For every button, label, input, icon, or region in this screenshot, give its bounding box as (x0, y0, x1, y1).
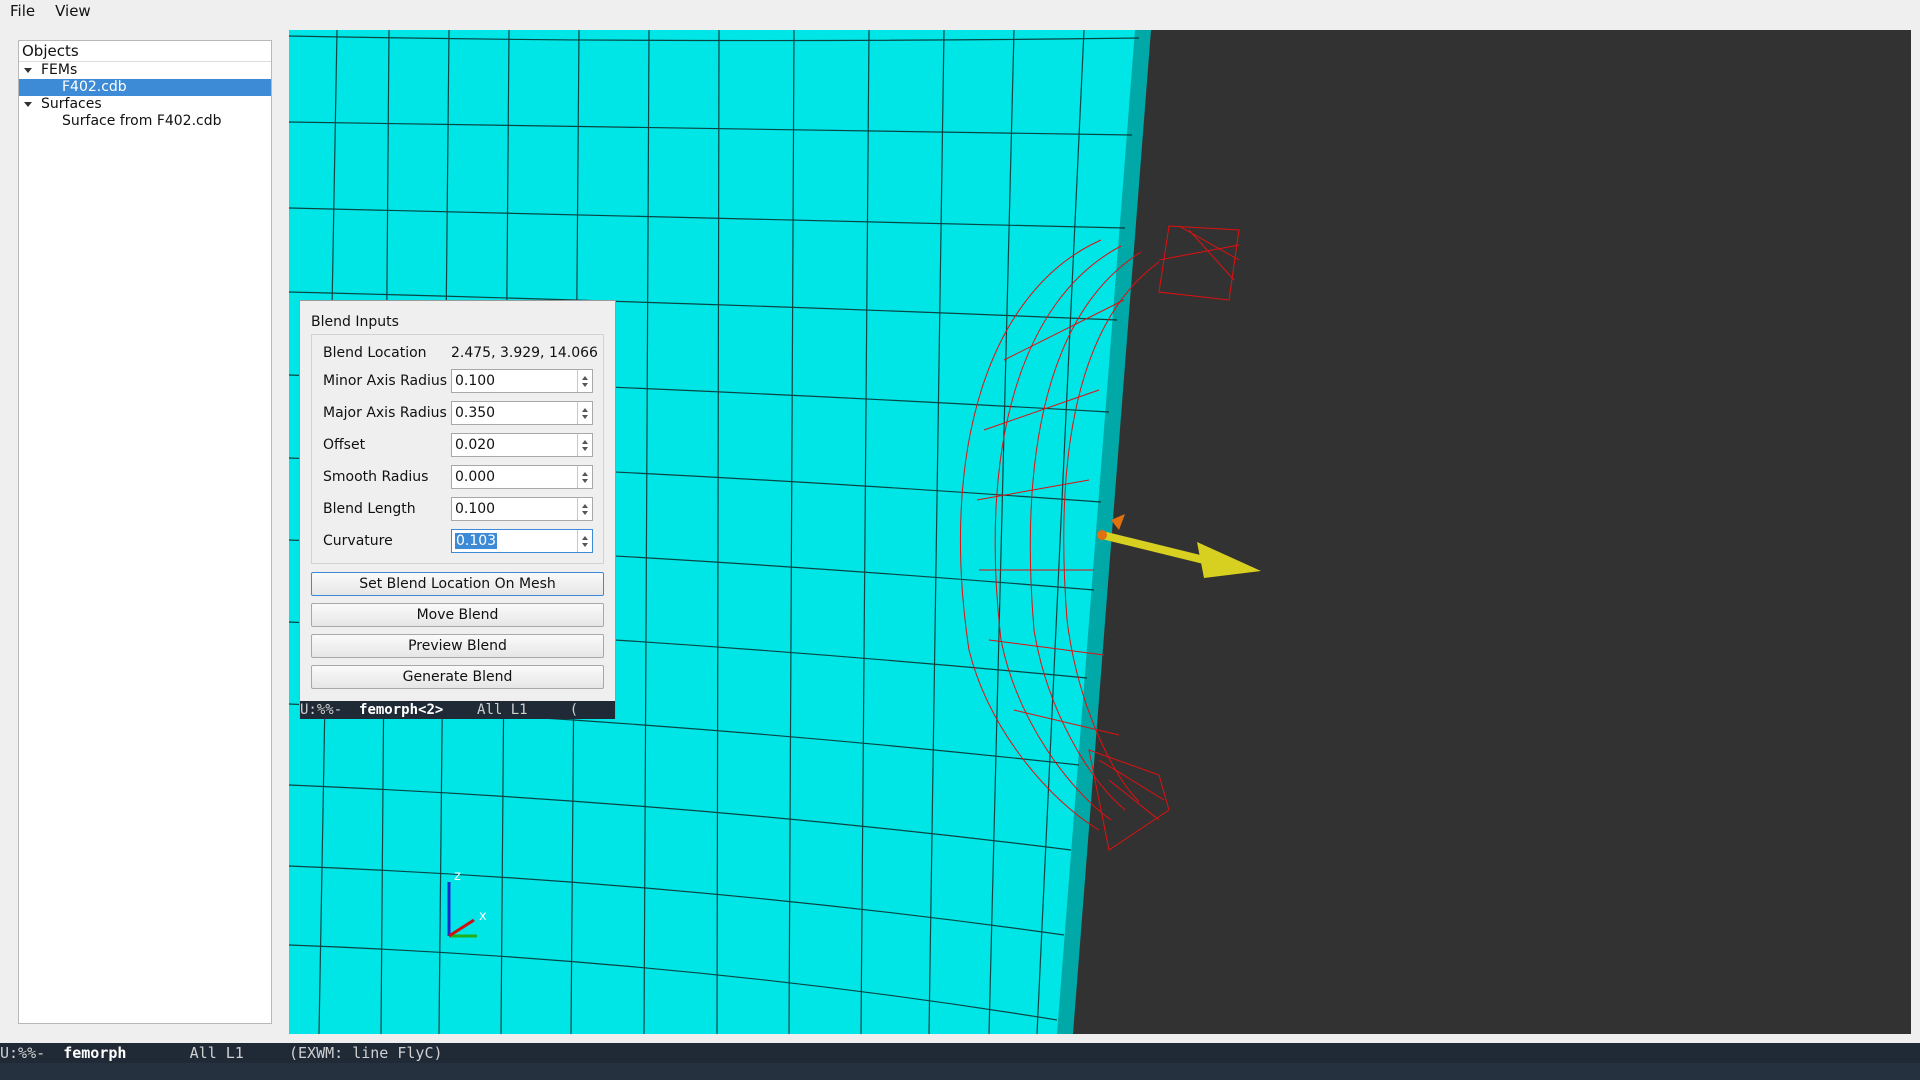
spin-up-icon[interactable] (582, 375, 588, 380)
modeline-prefix: U:%%- (0, 1044, 64, 1062)
tree-item-label: Surfaces (41, 96, 102, 112)
blend-location-value: 2.475, 3.929, 14.066 (451, 345, 598, 361)
tree-item-surfaces[interactable]: Surfaces (19, 96, 271, 113)
major-axis-spinbox[interactable] (451, 401, 593, 425)
tree-header: Objects (19, 41, 271, 62)
curvature-spinbox[interactable]: 0.103 (451, 529, 593, 553)
dialog-modeline-buffer: femorph<2> (359, 702, 444, 718)
expand-arrow-icon[interactable] (24, 68, 32, 73)
offset-row: Offset (323, 431, 603, 459)
tree-item-fems[interactable]: FEMs (19, 62, 271, 79)
minor-axis-spinbox[interactable] (451, 369, 593, 393)
blend-length-spinbox[interactable] (451, 497, 593, 521)
curvature-label: Curvature (323, 533, 393, 549)
tree-item-label: FEMs (41, 62, 78, 78)
tree-item-surface[interactable]: Surface from F402.cdb (19, 113, 271, 130)
blend-inputs-group: Blend Location 2.475, 3.929, 14.066 Mino… (311, 334, 604, 564)
curvature-row: Curvature 0.103 (323, 527, 603, 555)
smooth-radius-spinbox[interactable] (451, 465, 593, 489)
spin-down-icon[interactable] (582, 510, 588, 515)
modeline-position: All L1 (126, 1044, 289, 1062)
offset-spinbox[interactable] (451, 433, 593, 457)
tree-item-label: F402.cdb (62, 79, 127, 95)
offset-input[interactable] (452, 435, 578, 455)
blend-inputs-dialog: Blend Inputs Blend Location 2.475, 3.929… (299, 300, 616, 719)
spin-arrows[interactable] (577, 370, 592, 392)
object-tree: Objects FEMs F402.cdb Surfaces Surface f… (18, 40, 272, 1024)
tree-item-fem-file[interactable]: F402.cdb (19, 79, 271, 96)
curvature-input[interactable]: 0.103 (452, 533, 498, 549)
spin-arrows[interactable] (577, 530, 592, 552)
spin-up-icon[interactable] (582, 407, 588, 412)
blend-length-row: Blend Length (323, 495, 603, 523)
minor-axis-row: Minor Axis Radius (323, 367, 603, 395)
preview-blend-button[interactable]: Preview Blend (311, 634, 604, 658)
modeline-mode: (EXWM: line FlyC) (289, 1044, 443, 1062)
generate-blend-button[interactable]: Generate Blend (311, 665, 604, 689)
minor-axis-label: Minor Axis Radius (323, 373, 448, 389)
move-blend-button[interactable]: Move Blend (311, 603, 604, 627)
menu-view[interactable]: View (45, 0, 101, 22)
major-axis-label: Major Axis Radius (323, 405, 447, 421)
major-axis-input[interactable] (452, 403, 578, 423)
dialog-modeline-prefix: U:%%- (300, 702, 360, 718)
blend-location-label: Blend Location (323, 345, 427, 361)
set-blend-location-button[interactable]: Set Blend Location On Mesh (311, 572, 604, 596)
emacs-modeline: U:%%- femorph All L1 (EXWM: line FlyC) (0, 1043, 1920, 1063)
offset-label: Offset (323, 437, 366, 453)
menubar: File View (0, 0, 1920, 22)
expand-arrow-icon[interactable] (24, 102, 32, 107)
blend-length-input[interactable] (452, 499, 578, 519)
minor-axis-input[interactable] (452, 371, 578, 391)
major-axis-row: Major Axis Radius (323, 399, 603, 427)
move-arrow-gizmo[interactable] (1097, 514, 1261, 578)
spin-down-icon[interactable] (582, 542, 588, 547)
spin-up-icon[interactable] (582, 535, 588, 540)
spin-down-icon[interactable] (582, 478, 588, 483)
group-title: Blend Inputs (311, 314, 399, 330)
spin-up-icon[interactable] (582, 439, 588, 444)
modeline-buffer: femorph (63, 1044, 127, 1062)
smooth-radius-row: Smooth Radius (323, 463, 603, 491)
spin-arrows[interactable] (577, 402, 592, 424)
spin-arrows[interactable] (577, 434, 592, 456)
curvature-selected-text: 0.103 (455, 533, 498, 549)
smooth-radius-label: Smooth Radius (323, 469, 429, 485)
spin-up-icon[interactable] (582, 503, 588, 508)
spin-down-icon[interactable] (582, 446, 588, 451)
spin-up-icon[interactable] (582, 471, 588, 476)
spin-arrows[interactable] (577, 498, 592, 520)
spin-down-icon[interactable] (582, 414, 588, 419)
dialog-modeline: U:%%- femorph<2> All L1 ( (300, 701, 615, 719)
spin-down-icon[interactable] (582, 382, 588, 387)
spin-arrows[interactable] (577, 466, 592, 488)
menu-file[interactable]: File (0, 0, 45, 22)
minibuffer[interactable] (0, 1063, 1920, 1080)
dialog-modeline-suffix: All L1 ( (443, 702, 579, 718)
tree-item-label: Surface from F402.cdb (62, 113, 222, 129)
axis-x-label: x (479, 909, 487, 924)
axis-z-label: z (454, 869, 461, 884)
blend-length-label: Blend Length (323, 501, 416, 517)
blend-location-row: Blend Location 2.475, 3.929, 14.066 (323, 339, 603, 367)
smooth-radius-input[interactable] (452, 467, 578, 487)
